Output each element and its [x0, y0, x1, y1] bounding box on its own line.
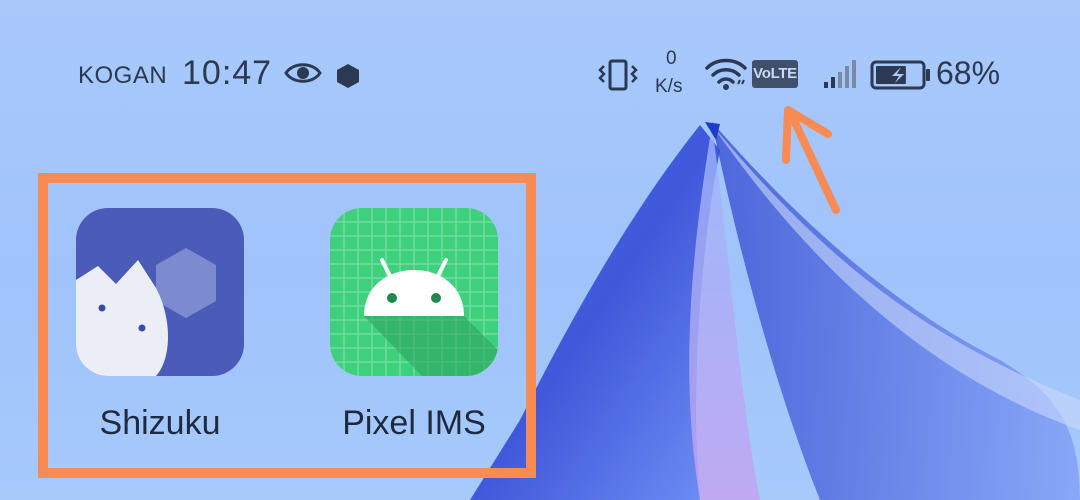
status-clock: 10:47 [182, 54, 273, 92]
carrier-name: KOGAN [78, 62, 168, 89]
highlight-box [38, 173, 536, 478]
battery-percentage: 68% [936, 55, 1001, 91]
hexagon-notification-icon [337, 64, 359, 88]
cell-signal-icon [824, 60, 856, 88]
wifi-icon [705, 58, 747, 90]
net-speed-unit: K/s [655, 76, 683, 97]
vibrate-icon [598, 59, 638, 91]
battery-charging-icon [870, 60, 930, 90]
net-speed-value: 0 [666, 48, 677, 69]
eye-icon [284, 63, 322, 83]
volte-icon: VoLTE [752, 60, 798, 88]
annotation-arrow-icon [782, 106, 840, 214]
